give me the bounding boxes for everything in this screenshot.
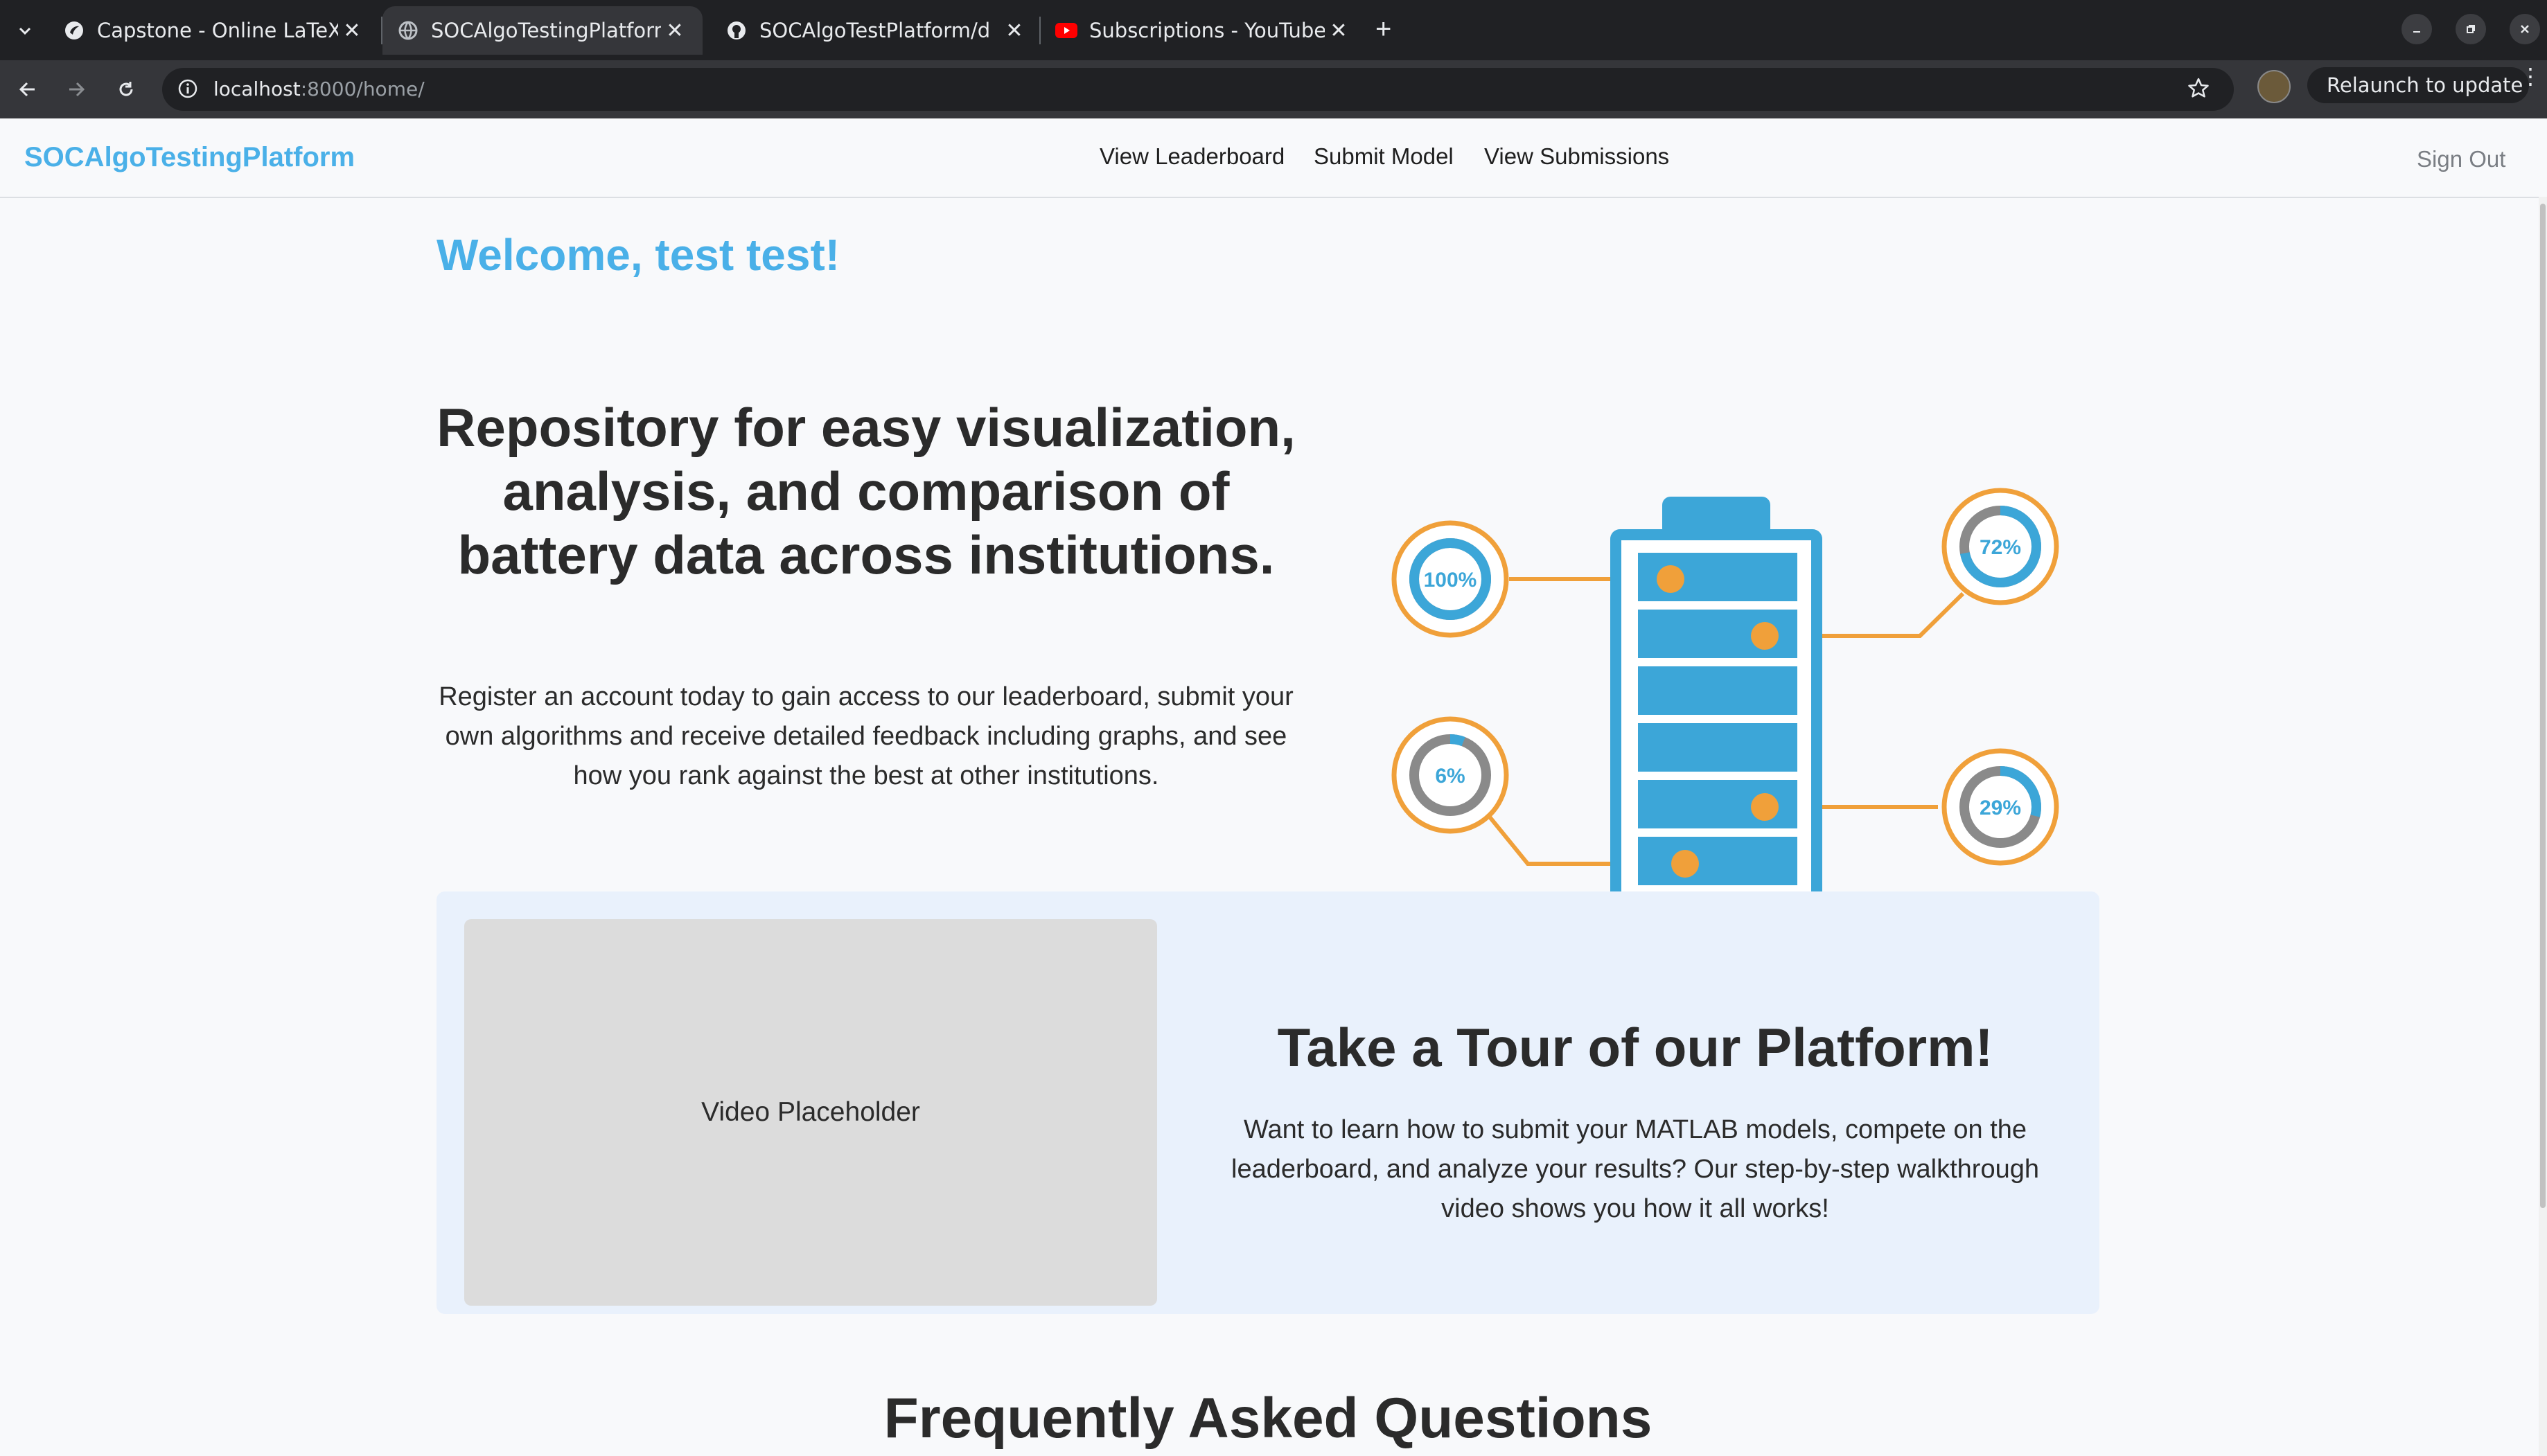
nav-submit-model[interactable]: Submit Model <box>1314 143 1454 170</box>
minimize-button[interactable] <box>2401 14 2432 44</box>
tab-title: Subscriptions - YouTube <box>1089 19 1325 42</box>
minimize-icon <box>2413 31 2420 33</box>
scrollbar-thumb[interactable] <box>2540 204 2546 1208</box>
site-brand-link[interactable]: SOCAlgoTestingPlatform <box>24 142 355 173</box>
gauge-label: 29% <box>1980 797 2021 819</box>
tour-section: Video Placeholder Take a Tour of our Pla… <box>437 891 2099 1314</box>
hero-title: Repository for easy visualization, analy… <box>437 397 1296 585</box>
faq-heading: Frequently Asked Questions <box>883 1387 1653 1450</box>
browser-menu-icon[interactable]: ⋮ <box>2519 65 2541 87</box>
url-text: localhost:8000/home/ <box>213 78 425 100</box>
github-icon <box>725 19 748 42</box>
gauge-29: 29% <box>1941 748 2059 866</box>
close-icon[interactable]: ✕ <box>338 19 366 43</box>
profile-avatar[interactable] <box>2257 70 2291 103</box>
tab-github[interactable]: SOCAlgoTestPlatform/d ✕ <box>711 6 1042 55</box>
chevron-down-icon <box>19 27 31 35</box>
youtube-icon <box>1055 19 1078 42</box>
back-button[interactable] <box>10 71 46 107</box>
restore-button[interactable] <box>2456 14 2486 44</box>
close-window-button[interactable] <box>2510 14 2540 44</box>
bookmark-star-icon[interactable] <box>2187 76 2210 103</box>
close-icon[interactable]: ✕ <box>661 19 689 43</box>
sign-out-link[interactable]: Sign Out <box>2417 146 2505 172</box>
gauge-label: 72% <box>1980 536 2021 559</box>
tab-title: SOCAlgoTestPlatform/d <box>759 19 991 42</box>
close-icon[interactable]: ✕ <box>1001 19 1028 43</box>
tour-title: Take a Tour of our Platform! <box>1277 1017 1993 1078</box>
arrow-left-icon <box>19 82 35 97</box>
tab-title: Capstone - Online LaTeX <box>97 19 338 42</box>
forward-button[interactable] <box>58 71 94 107</box>
tab-youtube[interactable]: Subscriptions - YouTube ✕ <box>1041 6 1366 55</box>
browser-tab-bar: Capstone - Online LaTeX ✕ SOCAlgoTesting… <box>0 0 2547 60</box>
video-placeholder-label: Video Placeholder <box>701 1097 920 1127</box>
nav-view-leaderboard[interactable]: View Leaderboard <box>1100 143 1285 170</box>
address-bar[interactable]: localhost:8000/home/ <box>162 68 2234 111</box>
gauge-72: 72% <box>1941 488 2059 605</box>
close-icon <box>2521 25 2529 33</box>
welcome-heading: Welcome, test test! <box>437 230 840 280</box>
site-navbar: SOCAlgoTestingPlatform View Leaderboard … <box>0 118 2539 198</box>
battery-cell <box>1638 723 1797 772</box>
battery-cell <box>1638 837 1797 885</box>
new-tab-button[interactable]: + <box>1375 14 1391 45</box>
restore-icon <box>2467 25 2475 33</box>
globe-icon <box>396 19 420 42</box>
browser-toolbar: localhost:8000/home/ <box>0 60 2547 118</box>
tab-title: SOCAlgoTestingPlatform <box>431 19 661 42</box>
gauge-100: 100% <box>1391 520 1509 638</box>
video-placeholder[interactable]: Video Placeholder <box>464 919 1157 1306</box>
tab-socalgo[interactable]: SOCAlgoTestingPlatform ✕ <box>382 6 703 55</box>
overleaf-icon <box>62 19 86 42</box>
connector-dot <box>1671 850 1699 878</box>
reload-button[interactable] <box>108 71 144 107</box>
tab-capstone[interactable]: Capstone - Online LaTeX ✕ <box>49 6 380 55</box>
arrow-right-icon <box>69 82 85 97</box>
battery-illustration: 100% 72% 6% 29% <box>1391 488 2059 921</box>
relaunch-button[interactable]: Relaunch to update <box>2307 67 2529 103</box>
gauge-6: 6% <box>1391 716 1509 834</box>
tab-search-button[interactable] <box>10 15 40 46</box>
nav-view-submissions[interactable]: View Submissions <box>1484 143 1669 170</box>
page-viewport: SOCAlgoTestingPlatform View Leaderboard … <box>0 118 2547 1456</box>
connector-dot <box>1751 622 1779 650</box>
url-path: :8000/home/ <box>300 78 425 100</box>
gauge-label: 6% <box>1435 765 1465 788</box>
gauge-label: 100% <box>1424 569 1477 592</box>
hero-description: Register an account today to gain access… <box>439 682 1294 790</box>
close-icon[interactable]: ✕ <box>1325 19 1352 43</box>
connector-dot <box>1751 793 1779 821</box>
battery-cell <box>1638 666 1797 715</box>
connector-dot <box>1657 565 1684 593</box>
site-info-icon[interactable] <box>176 77 200 104</box>
tour-description: Want to learn how to submit your MATLAB … <box>1231 1115 2039 1223</box>
url-host: localhost <box>213 78 301 100</box>
page-scrollbar[interactable] <box>2539 197 2547 1456</box>
reload-icon <box>119 82 133 96</box>
